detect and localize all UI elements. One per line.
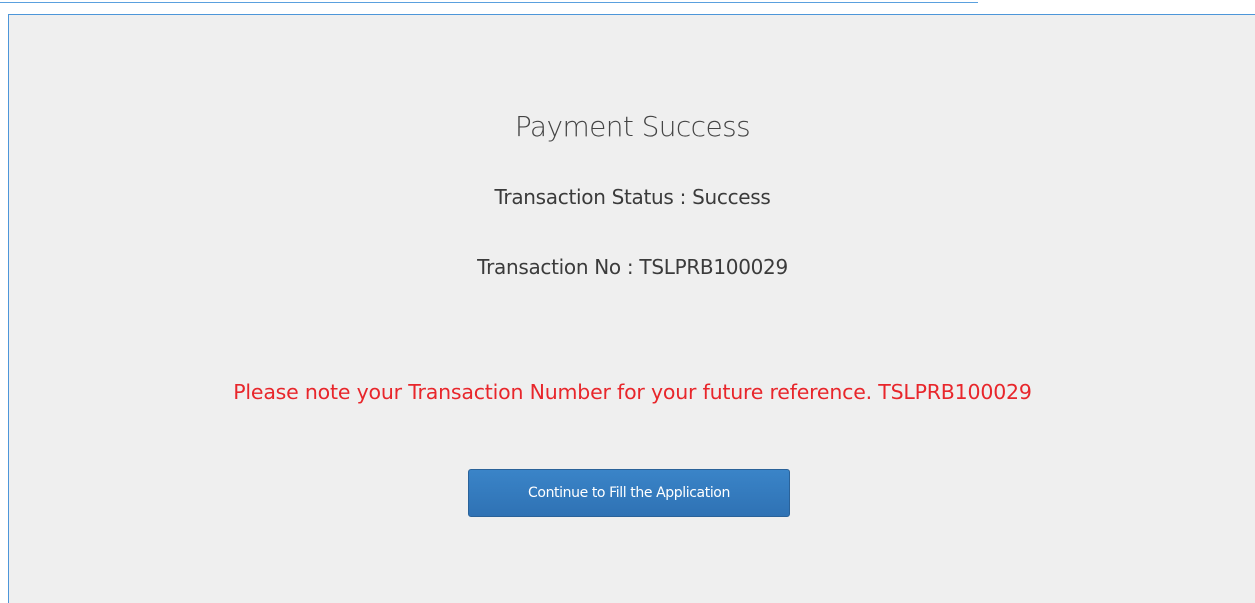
reference-note-text: Please note your Transaction Number for … bbox=[233, 380, 1032, 404]
transaction-status-text: Transaction Status : Success bbox=[494, 185, 771, 209]
continue-application-button[interactable]: Continue to Fill the Application bbox=[468, 469, 790, 517]
payment-result-content: Payment Success Transaction Status : Suc… bbox=[9, 15, 1255, 603]
transaction-number-text: Transaction No : TSLPRB100029 bbox=[477, 255, 788, 279]
top-frame-edge bbox=[0, 0, 978, 3]
page-title: Payment Success bbox=[514, 110, 751, 143]
page-viewport: Payment Success Transaction Status : Suc… bbox=[0, 0, 1255, 603]
payment-result-panel: Payment Success Transaction Status : Suc… bbox=[8, 14, 1255, 603]
